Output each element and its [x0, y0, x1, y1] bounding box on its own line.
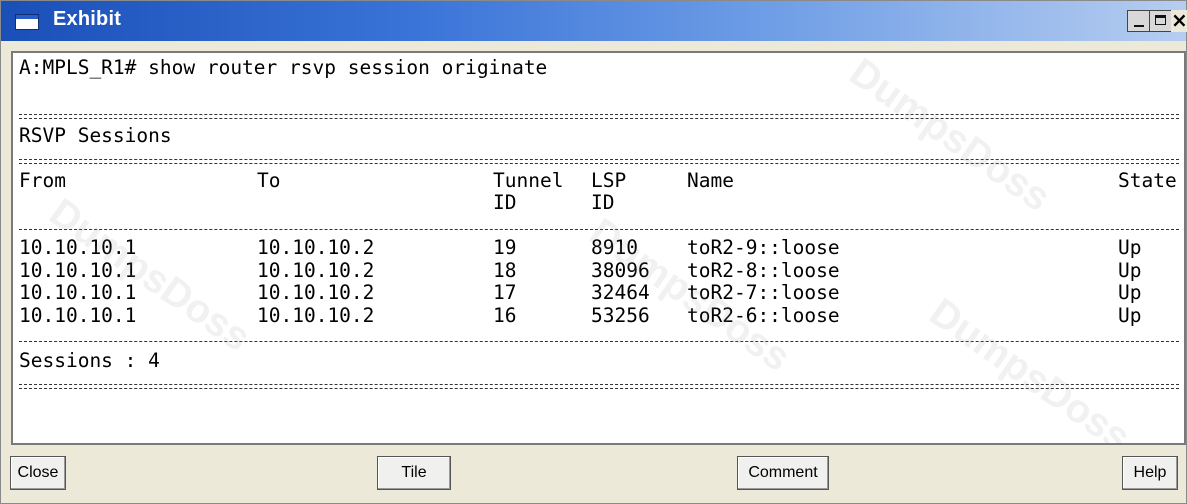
row-to: 10.10.10.2: [257, 304, 375, 327]
section-title: RSVP Sessions: [19, 124, 172, 147]
row-lsp-id: 32464: [591, 282, 650, 304]
close-window-button[interactable]: ×: [1171, 8, 1187, 32]
header-row-1: From To Tunnel LSP Name State: [19, 170, 1179, 193]
terminal-content: A:MPLS_R1# show router rsvp session orig…: [19, 57, 1179, 395]
row-from: 10.10.10.1: [19, 304, 137, 327]
window-icon: [15, 14, 39, 30]
table-row: 10.10.10.1 10.10.10.2 17 32464 toR2-7::l…: [19, 282, 1179, 305]
row-from: 10.10.10.1: [19, 237, 137, 259]
row-tunnel-id: 16: [493, 304, 517, 327]
row-state: Up: [1118, 237, 1142, 259]
double-rule: [19, 102, 1179, 125]
row-lsp-id: 53256: [591, 304, 650, 327]
row-lsp-id: 38096: [591, 259, 650, 282]
row-to: 10.10.10.2: [257, 237, 375, 259]
row-tunnel-id: 18: [493, 259, 517, 282]
row-lsp-id: 8910: [591, 237, 638, 259]
row-to: 10.10.10.2: [257, 259, 375, 282]
close-button[interactable]: Close: [10, 456, 66, 490]
exhibit-window: Exhibit × A:MPLS_R1# show router rsvp se…: [0, 0, 1187, 504]
row-name: toR2-6::loose: [687, 304, 840, 327]
header-row-2: ID ID: [19, 192, 1179, 215]
row-state: Up: [1118, 282, 1142, 304]
header-name: Name: [687, 169, 734, 192]
row-state: Up: [1118, 259, 1142, 282]
row-name: toR2-8::loose: [687, 259, 840, 282]
table-row: 10.10.10.1 10.10.10.2 18 38096 toR2-8::l…: [19, 260, 1179, 283]
header-tunnel: Tunnel: [493, 169, 564, 192]
header-to: To: [257, 169, 281, 192]
single-rule: [19, 215, 1179, 238]
row-from: 10.10.10.1: [19, 259, 137, 282]
command-line: A:MPLS_R1# show router rsvp session orig…: [19, 57, 548, 79]
header-state: State: [1118, 169, 1177, 192]
minimize-button[interactable]: [1127, 10, 1151, 32]
double-rule: [19, 372, 1179, 395]
header-tunnel-id: ID: [493, 192, 517, 214]
maximize-icon: [1155, 15, 1166, 25]
maximize-button[interactable]: [1149, 10, 1173, 32]
minimize-icon: [1134, 25, 1144, 27]
header-lsp: LSP: [591, 169, 627, 192]
table-row: 10.10.10.1 10.10.10.2 19 8910 toR2-9::lo…: [19, 237, 1179, 260]
tile-button[interactable]: Tile: [377, 456, 451, 490]
window-title: Exhibit: [53, 8, 122, 30]
row-name: toR2-9::loose: [687, 237, 840, 259]
row-tunnel-id: 19: [493, 237, 517, 259]
double-rule: [19, 147, 1179, 170]
session-count: Sessions : 4: [19, 349, 160, 372]
close-icon: ×: [1171, 8, 1187, 32]
header-from: From: [19, 169, 66, 192]
row-to: 10.10.10.2: [257, 282, 375, 304]
help-button[interactable]: Help: [1122, 456, 1178, 490]
comment-button[interactable]: Comment: [737, 456, 829, 490]
single-rule: [19, 327, 1179, 350]
row-from: 10.10.10.1: [19, 282, 137, 304]
header-lsp-id: ID: [591, 192, 615, 214]
terminal-output[interactable]: A:MPLS_R1# show router rsvp session orig…: [11, 51, 1186, 445]
row-name: toR2-7::loose: [687, 282, 840, 304]
row-state: Up: [1118, 304, 1142, 327]
row-tunnel-id: 17: [493, 282, 517, 304]
title-bar[interactable]: Exhibit ×: [1, 1, 1187, 41]
table-row: 10.10.10.1 10.10.10.2 16 53256 toR2-6::l…: [19, 305, 1179, 328]
